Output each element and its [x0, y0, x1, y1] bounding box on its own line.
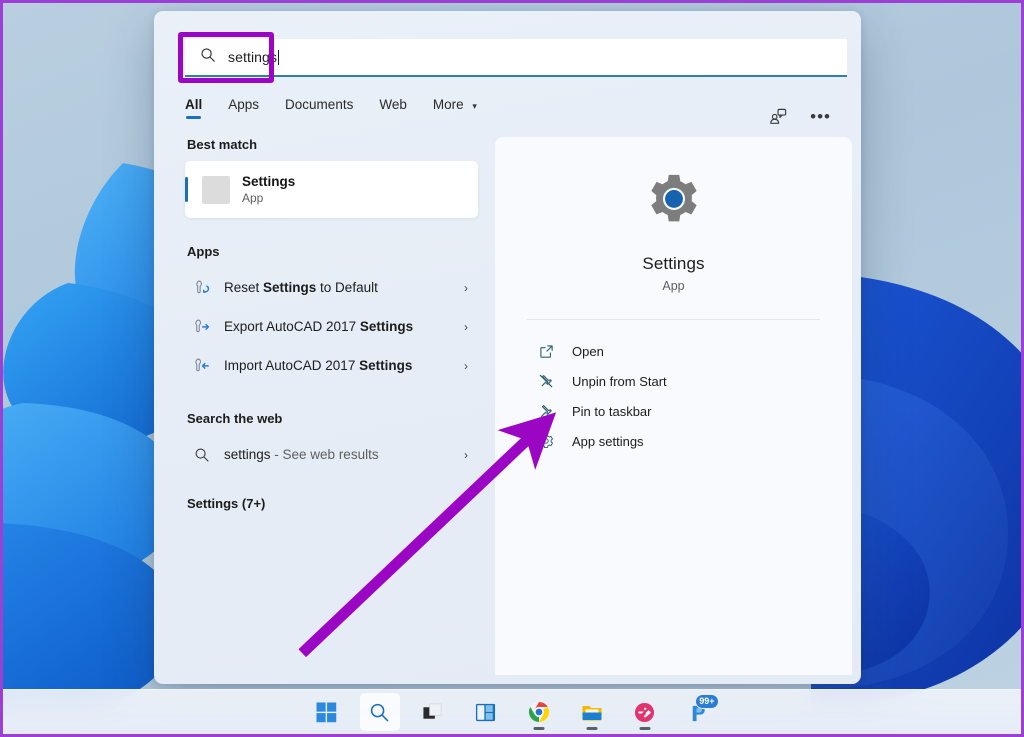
apps-heading: Apps: [187, 244, 220, 259]
settings-count-heading: Settings (7+): [187, 496, 266, 511]
list-item-label: Export AutoCAD 2017 Settings: [224, 319, 414, 334]
running-indicator: [533, 727, 544, 730]
best-match-subtitle: App: [242, 191, 264, 205]
search-icon: [200, 47, 216, 68]
best-match-heading: Best match: [187, 137, 258, 152]
wrench-import-icon: [193, 357, 211, 374]
wrench-reset-icon: [193, 279, 211, 296]
chevron-right-icon[interactable]: ›: [464, 448, 468, 462]
tab-more[interactable]: More ▾: [433, 97, 477, 119]
chevron-right-icon[interactable]: ›: [464, 359, 468, 373]
gear-icon: [537, 433, 555, 449]
action-open-label: Open: [572, 343, 604, 359]
more-options-icon[interactable]: •••: [810, 108, 831, 125]
start-button[interactable]: [307, 693, 347, 731]
tab-all[interactable]: All: [185, 97, 202, 119]
search-icon: [370, 703, 389, 721]
running-indicator: [639, 727, 650, 730]
wrench-export-icon: [193, 318, 211, 335]
widgets-icon: [475, 703, 496, 721]
tab-all-label: All: [185, 97, 203, 112]
web-result-item[interactable]: settings - See web results ›: [185, 435, 478, 474]
taskbar: 99+: [3, 689, 1021, 734]
results-column: Best match Settings App Apps Reset Setti…: [154, 137, 486, 684]
list-item[interactable]: Reset Settings to Default ›: [185, 268, 478, 307]
action-app-settings[interactable]: App settings: [523, 426, 824, 456]
preview-app-title: Settings: [642, 254, 705, 273]
search-input[interactable]: settings: [185, 39, 847, 77]
app-red-button[interactable]: [625, 693, 665, 731]
tab-web-label: Web: [379, 97, 407, 112]
preview-divider: [527, 319, 820, 320]
chevron-right-icon[interactable]: ›: [464, 281, 468, 295]
task-view-button[interactable]: [413, 693, 453, 731]
filter-tabs: All Apps Documents Web More ▾: [185, 97, 861, 119]
widgets-button[interactable]: [466, 693, 506, 731]
text-caret: [278, 50, 280, 65]
running-indicator: [586, 727, 597, 730]
tab-web[interactable]: Web: [379, 97, 407, 119]
action-unpin-label: Unpin from Start: [572, 373, 667, 389]
notification-badge: 99+: [695, 694, 719, 709]
pin-icon: [537, 403, 555, 419]
app-preview-pane: Settings App Open Unpin from Start Pin t…: [495, 137, 852, 675]
search-button[interactable]: [359, 693, 400, 731]
task-view-icon: [423, 703, 442, 719]
preview-app-subtitle: App: [662, 279, 685, 293]
search-icon: [193, 447, 211, 463]
search-flyout-panel: settings All Apps Documents Web More ▾ •…: [154, 11, 861, 684]
chrome-button[interactable]: [519, 693, 559, 731]
tab-documents-label: Documents: [285, 97, 354, 112]
settings-placeholder-icon: [202, 175, 230, 204]
tab-apps-label: Apps: [228, 97, 260, 112]
search-box-container: settings: [178, 32, 847, 83]
best-match-result[interactable]: Settings App: [185, 161, 478, 218]
file-explorer-button[interactable]: [572, 693, 612, 731]
best-match-title: Settings: [242, 174, 296, 189]
unpin-icon: [537, 373, 555, 389]
tab-documents[interactable]: Documents: [285, 97, 353, 119]
feedback-icon[interactable]: [769, 107, 788, 126]
action-pin-label: Pin to taskbar: [572, 403, 652, 419]
list-item-label: Reset Settings to Default: [224, 280, 378, 295]
open-external-icon: [537, 344, 555, 359]
windows-logo-icon: [316, 701, 337, 722]
preview-column-wrap: Settings App Open Unpin from Start Pin t…: [486, 137, 861, 684]
settings-gear-icon: [643, 171, 705, 238]
folder-icon: [582, 706, 601, 721]
tab-apps[interactable]: Apps: [228, 97, 259, 119]
panel-header-actions: •••: [769, 107, 831, 126]
desktop-screen: settings All Apps Documents Web More ▾ •…: [0, 0, 1024, 737]
app-blue-button[interactable]: 99+: [678, 693, 719, 731]
action-open[interactable]: Open: [523, 336, 824, 366]
chevron-right-icon[interactable]: ›: [464, 320, 468, 334]
search-input-value: settings: [228, 49, 278, 65]
red-circle-app-icon: [634, 702, 655, 722]
chevron-down-icon: ▾: [472, 101, 477, 111]
chrome-icon: [528, 701, 549, 723]
web-result-label: settings - See web results: [224, 447, 379, 462]
preview-header: Settings App: [523, 171, 824, 293]
tab-more-label: More: [432, 97, 464, 112]
action-unpin-from-start[interactable]: Unpin from Start: [523, 366, 824, 396]
list-item[interactable]: Export AutoCAD 2017 Settings ›: [185, 307, 478, 346]
action-pin-to-taskbar[interactable]: Pin to taskbar: [523, 396, 824, 426]
action-app-settings-label: App settings: [572, 433, 644, 449]
list-item-label: Import AutoCAD 2017 Settings: [224, 358, 413, 373]
panel-body: Best match Settings App Apps Reset Setti…: [154, 137, 861, 684]
search-web-heading: Search the web: [187, 411, 283, 426]
list-item[interactable]: Import AutoCAD 2017 Settings ›: [185, 346, 478, 385]
